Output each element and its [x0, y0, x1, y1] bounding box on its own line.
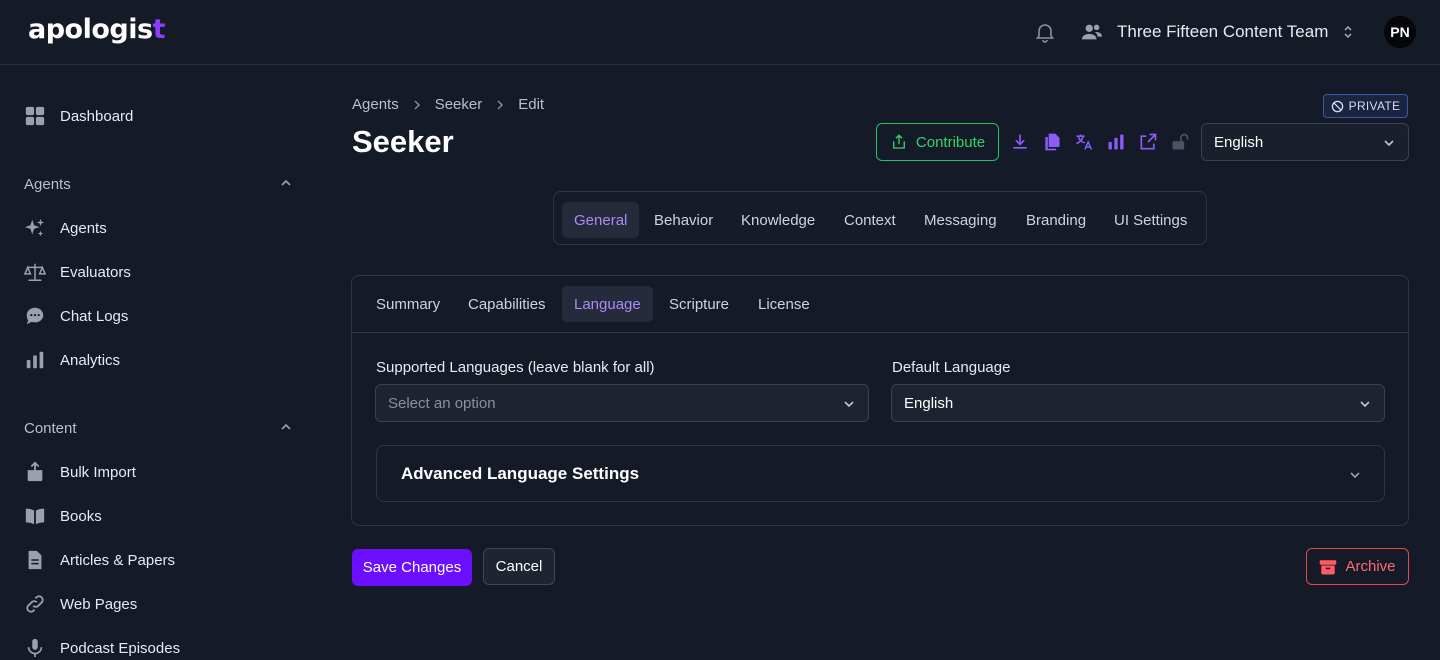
chevron-right-icon [497, 100, 504, 109]
chevron-up-icon[interactable] [279, 176, 293, 190]
unlock-icon[interactable] [1170, 132, 1190, 152]
analytics-icon[interactable] [1106, 132, 1126, 152]
sidebar-item-analytics[interactable]: Analytics [24, 348, 120, 372]
share-icon [892, 134, 905, 149]
top-bar: apologist Three Fifteen Content Team PN [0, 0, 1440, 65]
default-language-select[interactable]: English [891, 384, 1385, 422]
chevron-down-icon [1360, 401, 1370, 408]
main-tabs: General Behavior Knowledge Context Messa… [553, 191, 1207, 245]
tab-scripture[interactable]: Scripture [669, 286, 729, 322]
sidebar-item-dashboard[interactable]: Dashboard [24, 104, 133, 128]
chat-icon [26, 307, 44, 325]
section-label-content: Content [24, 420, 77, 437]
translate-icon[interactable] [1074, 132, 1094, 152]
supported-languages-label: Supported Languages (leave blank for all… [376, 359, 655, 376]
sidebar-item-label: Agents [60, 219, 107, 237]
book-icon [25, 508, 45, 525]
tab-general[interactable]: General [562, 202, 640, 238]
section-label-agents: Agents [24, 176, 71, 193]
chevron-down-icon [844, 401, 854, 408]
logo[interactable]: apologist [28, 14, 166, 45]
tab-behavior[interactable]: Behavior [654, 202, 713, 238]
tab-context[interactable]: Context [844, 202, 896, 238]
chevron-down-icon [1384, 140, 1394, 147]
tab-summary[interactable]: Summary [376, 286, 440, 322]
breadcrumb-agents[interactable]: Agents [352, 96, 399, 113]
language-select[interactable]: English [1201, 123, 1409, 161]
sparkles-icon [24, 218, 45, 237]
sidebar-item-label: Chat Logs [60, 307, 129, 325]
archive-button[interactable]: Archive [1306, 548, 1409, 585]
breadcrumb-edit: Edit [518, 96, 545, 113]
sidebar-item-evaluators[interactable]: Evaluators [24, 260, 131, 284]
sidebar-item-chat-logs[interactable]: Chat Logs [24, 304, 128, 328]
sidebar-item-label: Web Pages [60, 595, 138, 613]
breadcrumb-seeker[interactable]: Seeker [435, 96, 483, 113]
tab-ui-settings[interactable]: UI Settings [1114, 202, 1187, 238]
chevron-up-icon[interactable] [279, 420, 293, 434]
document-icon [28, 550, 42, 570]
cancel-button[interactable]: Cancel [483, 548, 555, 585]
tab-capabilities[interactable]: Capabilities [468, 286, 546, 322]
chevron-updown-icon [1344, 25, 1352, 39]
tab-language[interactable]: Language [562, 286, 653, 322]
sidebar-item-label: Books [60, 507, 102, 525]
link-icon [26, 595, 44, 613]
sidebar-item-label: Analytics [60, 351, 121, 369]
chevron-right-icon [414, 100, 420, 109]
bell-icon[interactable] [1033, 20, 1057, 44]
sub-tabs: Summary Capabilities Language Scripture … [352, 276, 1408, 333]
sidebar-item-web-pages[interactable]: Web Pages [24, 592, 137, 616]
supported-languages-select[interactable]: Select an option [375, 384, 869, 422]
sidebar-item-books[interactable]: Books [24, 504, 102, 528]
sidebar-item-articles[interactable]: Articles & Papers [24, 548, 175, 572]
accordion-title: Advanced Language Settings [401, 464, 640, 483]
avatar[interactable]: PN [1384, 16, 1416, 48]
upload-box-icon [27, 461, 43, 482]
sidebar-item-podcasts[interactable]: Podcast Episodes [24, 636, 180, 660]
sidebar-item-label: Podcast Episodes [60, 639, 181, 657]
advanced-language-accordion[interactable]: Advanced Language Settings [376, 445, 1385, 502]
sidebar-item-label: Evaluators [60, 263, 131, 281]
microphone-icon [27, 638, 43, 658]
default-language-label: Default Language [892, 359, 1011, 376]
save-button[interactable]: Save Changes [352, 549, 472, 586]
users-icon [1081, 24, 1103, 40]
tab-messaging[interactable]: Messaging [924, 202, 997, 238]
copy-icon[interactable] [1042, 132, 1062, 152]
archive-icon [1320, 559, 1337, 574]
team-switcher[interactable]: Three Fifteen Content Team [1081, 16, 1354, 48]
external-link-icon[interactable] [1138, 132, 1158, 152]
sidebar-item-bulk-import[interactable]: Bulk Import [24, 460, 136, 484]
scale-icon [24, 263, 46, 281]
sidebar-item-agents[interactable]: Agents [24, 216, 107, 240]
sidebar-item-label: Bulk Import [60, 463, 136, 481]
tab-knowledge[interactable]: Knowledge [741, 202, 815, 238]
chevron-down-icon [1350, 472, 1360, 479]
logo-cross-mark: t [152, 14, 166, 45]
language-settings-card: Summary Capabilities Language Scripture … [351, 275, 1409, 526]
sidebar-item-label: Dashboard [60, 107, 134, 125]
tab-license[interactable]: License [758, 286, 810, 322]
team-name: Three Fifteen Content Team [1117, 22, 1329, 41]
grid-icon [25, 106, 45, 126]
private-badge: PRIVATE [1323, 94, 1408, 118]
ban-icon [1331, 100, 1343, 112]
tab-branding[interactable]: Branding [1026, 202, 1086, 238]
download-icon[interactable] [1010, 132, 1030, 152]
breadcrumb: Agents Seeker Edit [352, 96, 544, 113]
bar-chart-icon [26, 351, 44, 369]
sidebar-item-label: Articles & Papers [60, 551, 176, 569]
page-title: Seeker [352, 124, 454, 159]
contribute-button[interactable]: Contribute [876, 123, 999, 161]
